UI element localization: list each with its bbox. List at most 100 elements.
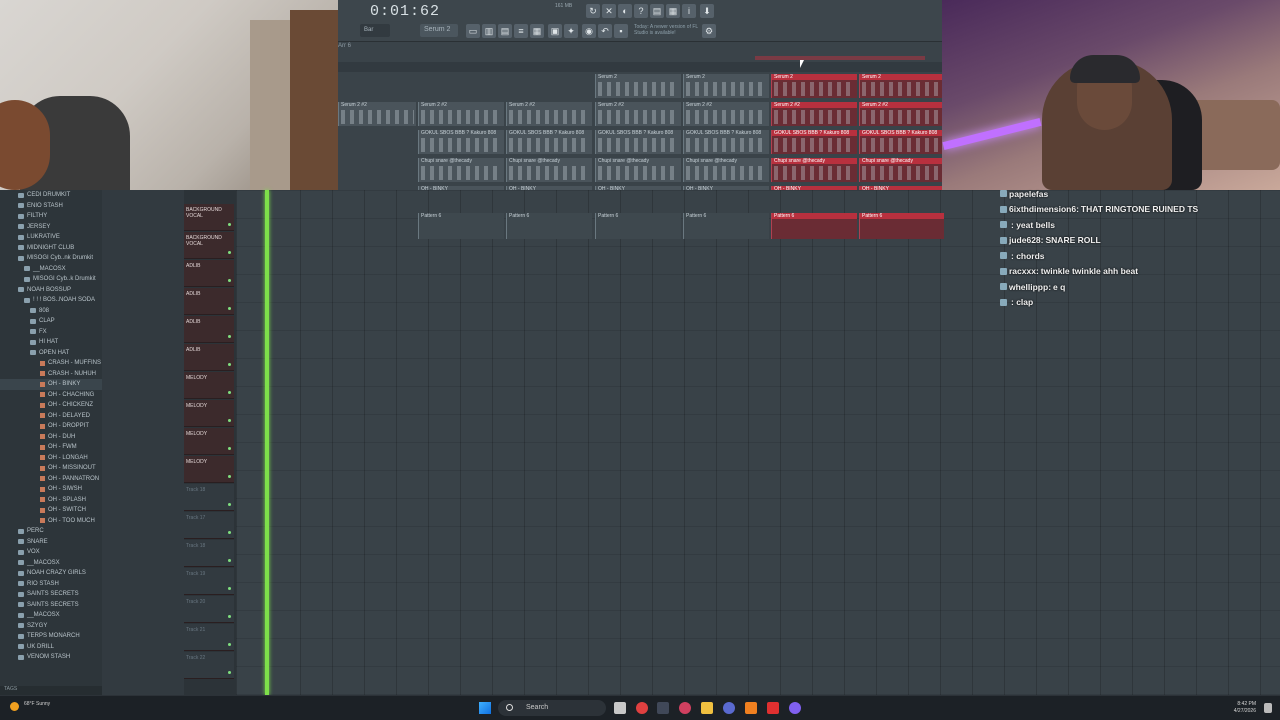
discord-icon[interactable] — [723, 702, 735, 714]
track-header[interactable]: Track 22 — [184, 652, 234, 679]
browser-item[interactable]: HI HAT — [0, 337, 102, 348]
clip[interactable]: Chupi snare @thecady — [683, 158, 769, 182]
clip-selected[interactable]: Serum 2 — [771, 74, 857, 98]
clip-selected[interactable]: Pattern 6 — [859, 213, 944, 239]
browser-item[interactable]: OH - TOO MUCH — [0, 516, 102, 527]
track-active-led[interactable] — [228, 531, 231, 534]
undo-icon[interactable]: ↶ — [598, 24, 612, 38]
browser-item[interactable]: VENOM STASH — [0, 652, 102, 663]
browser-item[interactable]: UK DRILL — [0, 642, 102, 653]
info-icon[interactable]: i — [682, 4, 696, 18]
browser-item[interactable]: SNARE — [0, 537, 102, 548]
timeline-ruler[interactable] — [338, 62, 942, 72]
track-active-led[interactable] — [228, 419, 231, 422]
clip-selected[interactable]: Serum 2 — [859, 74, 942, 98]
fl-studio-icon[interactable] — [745, 702, 757, 714]
track-active-led[interactable] — [228, 391, 231, 394]
loop-region[interactable] — [755, 56, 925, 60]
clip[interactable]: Chupi snare @thecady — [595, 158, 681, 182]
track-header[interactable]: BACKGROUND VOCAL — [184, 232, 234, 259]
song-time-display[interactable]: 0:01:62 — [370, 3, 440, 20]
clip[interactable]: Serum 2 #2 — [595, 102, 681, 126]
browser-item[interactable]: SAINTS SECRETS — [0, 600, 102, 611]
browser-item[interactable]: LUKRATIVE — [0, 232, 102, 243]
browser-item[interactable]: MISOGI Cyb..nk Drumkit — [0, 253, 102, 264]
browser-item[interactable]: __MACOSX — [0, 558, 102, 569]
browser-item[interactable]: RIO STASH — [0, 579, 102, 590]
browser-item[interactable]: ENIO STASH — [0, 201, 102, 212]
browser-item[interactable]: MIDNIGHT CLUB — [0, 243, 102, 254]
track-active-led[interactable] — [228, 475, 231, 478]
task-view-icon[interactable] — [614, 702, 626, 714]
track-header[interactable]: MELODY — [184, 400, 234, 427]
windows-start-icon[interactable] — [479, 702, 491, 714]
browser-item[interactable]: 808 — [0, 306, 102, 317]
track-header[interactable]: Track 17 — [184, 512, 234, 539]
browser-item[interactable]: OH - DELAYED — [0, 411, 102, 422]
track-active-led[interactable] — [228, 279, 231, 282]
obs-icon[interactable] — [789, 702, 801, 714]
track-active-led[interactable] — [228, 223, 231, 226]
browser-item[interactable]: OH - SPLASH — [0, 495, 102, 506]
clip-selected[interactable]: Serum 2 #2 — [859, 102, 942, 126]
track-header[interactable]: Track 20 — [184, 596, 234, 623]
clip[interactable]: Serum 2 #2 — [418, 102, 504, 126]
clip-selected[interactable]: GOKUL SBOS BBB ? Kakuro 808 — [771, 130, 857, 154]
playlist-icon[interactable]: ▭ — [466, 24, 480, 38]
clip-selected[interactable]: GOKUL SBOS BBB ? Kakuro 808 — [859, 130, 942, 154]
browser-item[interactable]: NOAH CRAZY GIRLS — [0, 568, 102, 579]
track-header[interactable]: Track 18 — [184, 540, 234, 567]
track-active-led[interactable] — [228, 587, 231, 590]
track-header[interactable]: ADLIB — [184, 288, 234, 315]
browser-item[interactable]: OH - SIWSH — [0, 484, 102, 495]
browser-item[interactable]: OH - DUH — [0, 432, 102, 443]
mixer-view-icon[interactable]: ≡ — [514, 24, 528, 38]
clip[interactable]: GOKUL SBOS BBB ? Kakuro 808 — [595, 130, 681, 154]
mixer-icon[interactable]: ▤ — [650, 4, 664, 18]
track-active-led[interactable] — [228, 559, 231, 562]
browser-item[interactable]: ! ! ! BOS..NOAH SODA — [0, 295, 102, 306]
clip-selected[interactable]: Serum 2 #2 — [771, 102, 857, 126]
track-active-led[interactable] — [228, 335, 231, 338]
track-active-led[interactable] — [228, 447, 231, 450]
clip[interactable]: Chupi snare @thecady — [418, 158, 504, 182]
cpu-icon[interactable]: ▪ — [614, 24, 628, 38]
browser-item[interactable]: SZYGY — [0, 621, 102, 632]
browser-item[interactable]: OH - CHICKENZ — [0, 400, 102, 411]
track-header[interactable]: ADLIB — [184, 316, 234, 343]
clip[interactable]: Chupi snare @thecady — [506, 158, 592, 182]
browser-tags-bar[interactable]: TAGS — [0, 686, 102, 695]
browser-item[interactable]: CEDI DRUMKIT — [0, 190, 102, 201]
clip[interactable]: Pattern 6 — [418, 213, 504, 239]
metronome-icon[interactable]: ✕ — [602, 4, 616, 18]
taskbar-search[interactable]: Search — [498, 700, 606, 716]
clip-selected[interactable]: Chupi snare @thecady — [771, 158, 857, 182]
browser-item[interactable]: __MACOSX — [0, 610, 102, 621]
snap-mode-select[interactable]: Bar — [360, 24, 390, 37]
clip[interactable]: GOKUL SBOS BBB ? Kakuro 808 — [506, 130, 592, 154]
clip[interactable]: GOKUL SBOS BBB ? Kakuro 808 — [683, 130, 769, 154]
browser-item[interactable]: OH - MISSINOUT — [0, 463, 102, 474]
save-icon[interactable]: ▣ — [548, 24, 562, 38]
wait-icon[interactable]: ◐ — [618, 4, 632, 18]
browser-item[interactable]: FX — [0, 327, 102, 338]
clip[interactable]: Serum 2 #2 — [338, 102, 416, 126]
browser-item[interactable]: FILTHY — [0, 211, 102, 222]
taskbar-clock[interactable]: 8:42 PM 4/27/2026 — [1234, 701, 1256, 715]
browser-item[interactable]: CRASH - MUFFINS — [0, 358, 102, 369]
file-explorer-icon[interactable] — [701, 702, 713, 714]
clip[interactable]: Serum 2 — [595, 74, 681, 98]
clip-selected[interactable]: Chupi snare @thecady — [859, 158, 942, 182]
track-active-led[interactable] — [228, 251, 231, 254]
track-active-led[interactable] — [228, 615, 231, 618]
track-active-led[interactable] — [228, 643, 231, 646]
browser-item[interactable]: TERPS MONARCH — [0, 631, 102, 642]
track-header[interactable]: Track 21 — [184, 624, 234, 651]
plugin-icon[interactable]: ⬇ — [700, 4, 714, 18]
track-header[interactable]: ADLIB — [184, 344, 234, 371]
plugin-picker-icon[interactable]: ✦ — [564, 24, 578, 38]
clip[interactable]: GOKUL SBOS BBB ? Kakuro 808 — [418, 130, 504, 154]
browser-item[interactable]: OH - SWITCH — [0, 505, 102, 516]
browser-item[interactable]: OH - FWM — [0, 442, 102, 453]
track-header[interactable]: Track 19 — [184, 568, 234, 595]
